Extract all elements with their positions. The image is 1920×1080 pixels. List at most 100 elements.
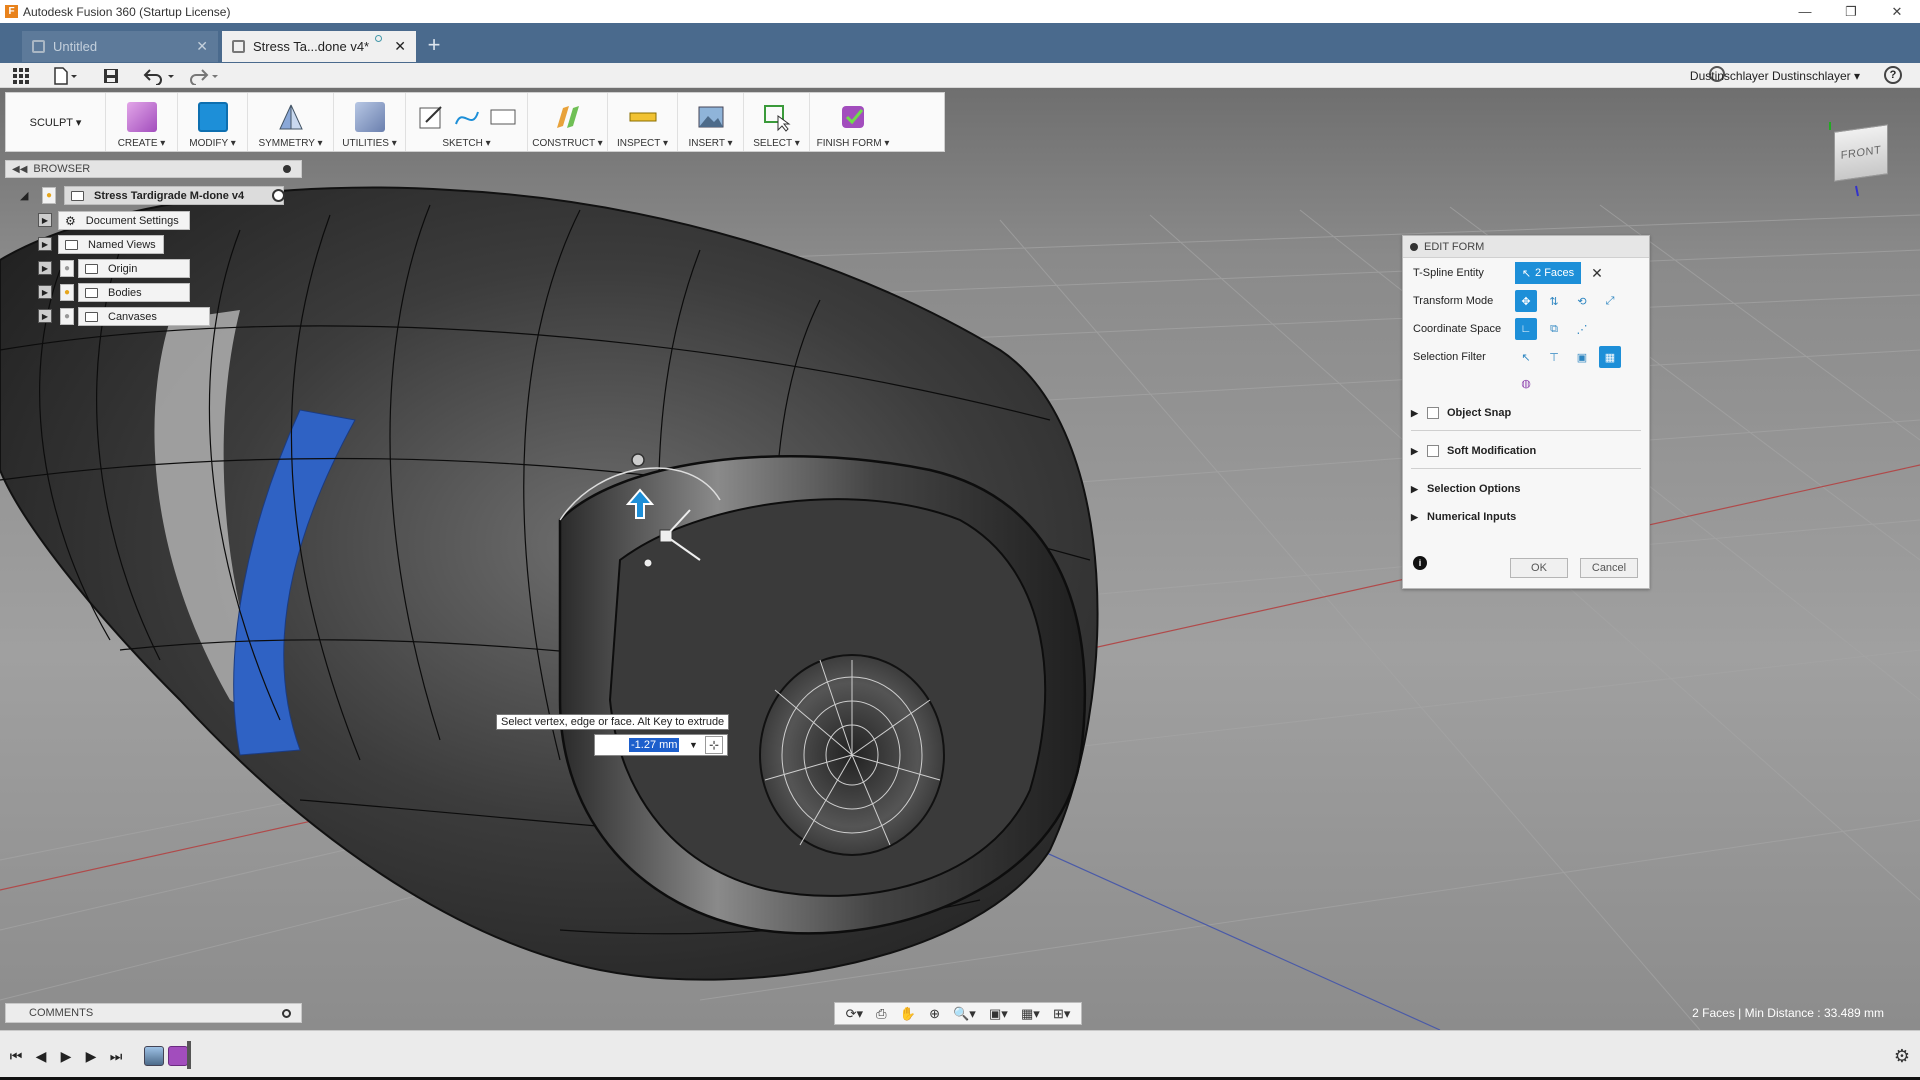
tab-stress-tardigrade[interactable]: Stress Ta...done v4* ✕	[222, 31, 416, 62]
expand-icon[interactable]: ▶	[1411, 512, 1421, 523]
play-icon[interactable]: ▶	[56, 1046, 76, 1066]
face-filter-icon[interactable]: ▣	[1571, 346, 1593, 368]
expand-icon[interactable]: ▶	[1411, 408, 1421, 419]
create-menu[interactable]: CREATE ▾	[106, 93, 178, 151]
dialog-header[interactable]: EDIT FORM	[1403, 236, 1649, 258]
comments-panel[interactable]: COMMENTS	[5, 1003, 302, 1023]
viewports-icon[interactable]: ⊞▾	[1053, 1006, 1070, 1022]
form-feature-icon[interactable]	[168, 1046, 188, 1066]
look-at-icon[interactable]: ⎙	[876, 1006, 886, 1022]
orbit-icon[interactable]: ⟳▾	[846, 1006, 863, 1022]
utilities-menu[interactable]: UTILITIES ▾	[334, 93, 406, 151]
sketch-menu[interactable]: SKETCH ▾	[406, 93, 528, 151]
symmetry-menu[interactable]: SYMMETRY ▾	[248, 93, 334, 151]
step-forward-icon[interactable]: ▶	[81, 1046, 101, 1066]
modify-menu[interactable]: MODIFY ▾	[178, 93, 248, 151]
tspline-entity-row: T-Spline Entity	[1413, 261, 1484, 285]
tab-close-icon[interactable]: ✕	[394, 38, 406, 55]
soft-modification-section[interactable]: ▶ Soft Modification	[1411, 440, 1641, 462]
ok-button[interactable]: OK	[1510, 558, 1568, 578]
dropdown-arrow-icon[interactable]: ▼	[689, 740, 698, 750]
collapse-icon[interactable]: ◀◀	[12, 164, 27, 175]
canvas-feature-icon[interactable]	[144, 1046, 164, 1066]
numerical-inputs-section[interactable]: ▶ Numerical Inputs	[1411, 506, 1641, 528]
transform-mode-row: Transform Mode	[1413, 289, 1493, 313]
app-grid-icon[interactable]	[12, 66, 30, 86]
translation-icon[interactable]: ⇅	[1543, 290, 1565, 312]
user-account-menu[interactable]: Dustinschlayer Dustinschlayer ▾	[1690, 69, 1860, 83]
expand-down-icon[interactable]: ◢	[20, 189, 28, 202]
inspect-menu[interactable]: INSPECT ▾	[608, 93, 678, 151]
timeline-marker[interactable]	[187, 1041, 191, 1069]
root-component-label[interactable]: Stress Tardigrade M-done v4	[64, 186, 284, 205]
pin-icon[interactable]	[283, 165, 291, 173]
cancel-button[interactable]: Cancel	[1580, 558, 1638, 578]
expand-icon[interactable]: ▶	[38, 237, 52, 251]
expand-icon[interactable]: ▶	[38, 213, 52, 227]
close-window-button[interactable]: ✕	[1874, 0, 1920, 23]
construct-menu[interactable]: CONSTRUCT ▾	[528, 93, 608, 151]
view-space-icon[interactable]: ⧉	[1543, 318, 1565, 340]
document-icon	[232, 40, 245, 53]
tab-close-icon[interactable]: ✕	[196, 38, 208, 55]
body-filter-icon[interactable]: ◍	[1515, 372, 1537, 394]
finish-form-icon	[842, 106, 864, 128]
expand-icon[interactable]: ▶	[38, 309, 52, 323]
object-snap-section[interactable]: ▶ Object Snap	[1411, 402, 1641, 424]
add-comment-icon[interactable]	[282, 1008, 291, 1018]
expand-icon[interactable]: ▶	[1411, 484, 1421, 495]
local-space-icon[interactable]: ⋰	[1571, 318, 1593, 340]
create-label: CREATE ▾	[117, 138, 166, 149]
undo-icon[interactable]	[142, 66, 176, 86]
rotation-icon[interactable]: ⟲	[1571, 290, 1593, 312]
clear-selection-button[interactable]: ✕	[1589, 262, 1605, 284]
collapse-dialog-icon[interactable]	[1410, 242, 1418, 251]
go-to-end-icon[interactable]: ⏭	[106, 1046, 126, 1066]
expand-icon[interactable]: ▶	[38, 285, 52, 299]
expand-icon[interactable]: ▶	[1411, 446, 1421, 457]
workspace-switcher[interactable]: SCULPT ▾	[6, 93, 106, 151]
save-icon[interactable]	[102, 66, 120, 86]
visibility-bulb-icon[interactable]: ●	[42, 187, 56, 204]
zoom-icon[interactable]: ⊕	[929, 1006, 940, 1022]
browser-panel-header[interactable]: ◀◀ BROWSER	[5, 160, 302, 178]
zoom-window-icon[interactable]: 🔍▾	[953, 1006, 976, 1022]
selection-options-section[interactable]: ▶ Selection Options	[1411, 478, 1641, 500]
help-icon[interactable]: ?	[1884, 66, 1902, 84]
visibility-bulb-icon[interactable]: ●	[60, 308, 74, 325]
manipulator-mode-icon[interactable]: ⊹	[705, 736, 723, 754]
distance-input[interactable]: -1.27 mm ▼ ⊹	[594, 734, 728, 756]
object-snap-checkbox[interactable]	[1427, 407, 1439, 419]
restore-button[interactable]: ❐	[1828, 0, 1874, 23]
soft-modification-checkbox[interactable]	[1427, 445, 1439, 457]
go-to-start-icon[interactable]: ⏮	[6, 1046, 26, 1066]
visibility-bulb-icon[interactable]: ●	[60, 260, 74, 277]
insert-menu[interactable]: INSERT ▾	[678, 93, 744, 151]
display-settings-icon[interactable]: ▣▾	[989, 1006, 1008, 1022]
scale-icon[interactable]: ⤢	[1599, 290, 1621, 312]
vertex-filter-icon[interactable]: ↖	[1515, 346, 1537, 368]
minimize-button[interactable]: —	[1782, 0, 1828, 23]
pan-icon[interactable]: ✋	[900, 1006, 916, 1022]
modify-label: MODIFY ▾	[189, 138, 236, 149]
tab-untitled[interactable]: Untitled ✕	[22, 31, 218, 62]
step-back-icon[interactable]: ◀	[31, 1046, 51, 1066]
edge-filter-icon[interactable]: ⊤	[1543, 346, 1565, 368]
distance-value[interactable]: -1.27 mm	[629, 738, 680, 752]
timeline-settings-icon[interactable]: ⚙	[1894, 1046, 1910, 1067]
new-tab-button[interactable]: +	[420, 31, 448, 59]
activate-component-icon[interactable]	[272, 189, 285, 202]
expand-icon[interactable]: ▶	[38, 261, 52, 275]
entity-selection-chip[interactable]: ↖ 2 Faces	[1515, 262, 1581, 284]
world-space-icon[interactable]: ∟	[1515, 318, 1537, 340]
file-menu-icon[interactable]	[52, 66, 78, 86]
all-filter-icon[interactable]: ▦	[1599, 346, 1621, 368]
visibility-bulb-icon[interactable]: ●	[60, 284, 74, 301]
grid-settings-icon[interactable]: ▦▾	[1021, 1006, 1040, 1022]
viewcube[interactable]: FRONT	[1826, 122, 1892, 197]
redo-icon[interactable]	[186, 66, 220, 86]
multi-transform-icon[interactable]: ✥	[1515, 290, 1537, 312]
select-menu[interactable]: SELECT ▾	[744, 93, 810, 151]
info-icon[interactable]: i	[1413, 556, 1427, 570]
finish-form-menu[interactable]: FINISH FORM ▾	[810, 93, 896, 151]
